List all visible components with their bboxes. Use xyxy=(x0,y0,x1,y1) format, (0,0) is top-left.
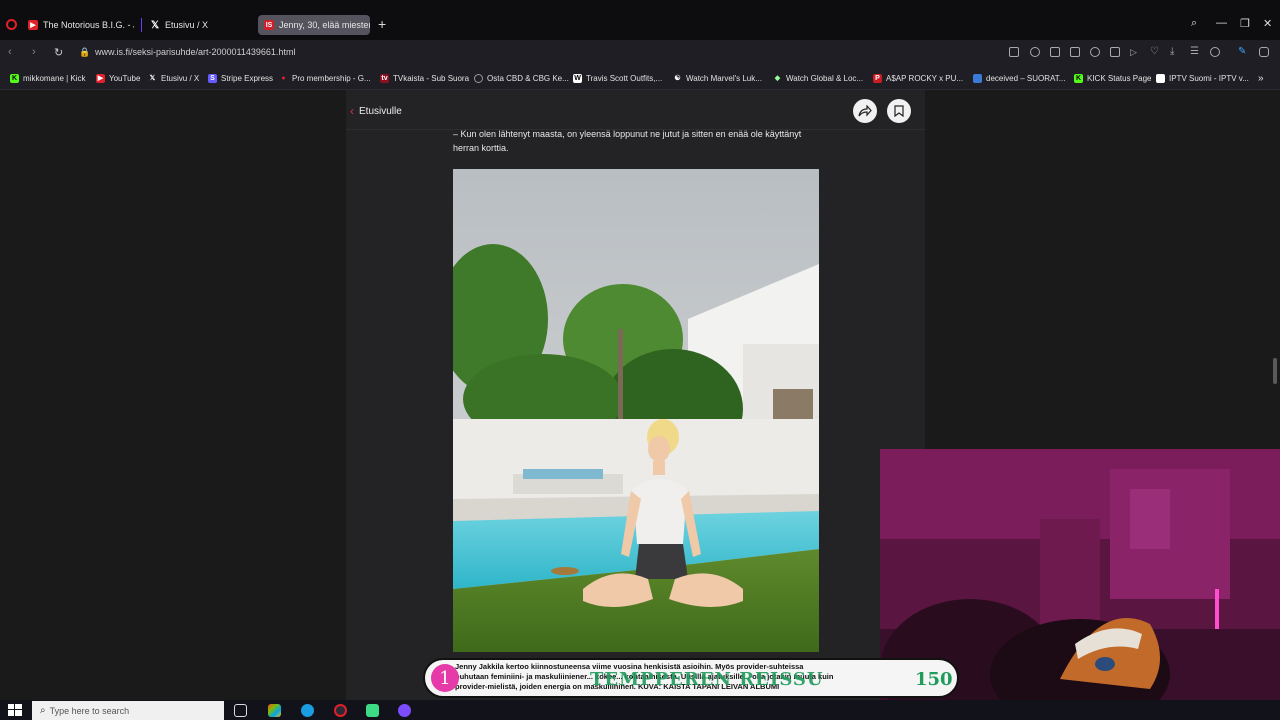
play-icon[interactable]: ▷ xyxy=(1130,47,1140,57)
x-icon: 𝕏 xyxy=(149,75,156,82)
app-green-icon[interactable] xyxy=(366,704,379,717)
search-tabs-icon[interactable]: ⌕ xyxy=(1191,17,1197,30)
puma-icon: P xyxy=(873,73,882,83)
article-photo xyxy=(453,169,819,652)
scrollbar-thumb[interactable] xyxy=(1273,358,1277,384)
bookmark-item[interactable]: ● Pro membership - G... xyxy=(279,72,370,84)
url-field[interactable]: www.is.fi/seksi-parisuhde/art-2000011439… xyxy=(95,47,295,57)
bookmark-item[interactable]: P A$AP ROCKY x PU... xyxy=(873,72,963,84)
heart-icon[interactable]: ♡ xyxy=(1150,47,1160,57)
image-icon xyxy=(973,73,982,83)
bookmark-icon xyxy=(894,105,904,117)
account-icon[interactable] xyxy=(1210,47,1220,57)
sidebar-icon[interactable] xyxy=(1009,47,1019,57)
bookmark-item[interactable]: ◆ Watch Global & Loc... xyxy=(773,72,863,84)
overlay-title: TEMPPEREN REISSU xyxy=(590,669,824,690)
is-icon: IS xyxy=(264,20,274,30)
address-bar: ‹ › ↻ 🔒 www.is.fi/seksi-parisuhde/art-20… xyxy=(0,40,1280,66)
bookmark-item[interactable]: IPTV Suomi - IPTV v... xyxy=(1156,72,1249,84)
overlay-number-badge: 1 xyxy=(431,664,459,692)
tab-active-article[interactable]: IS Jenny, 30, elää miesten ra xyxy=(258,15,370,35)
search-icon: ⌕ xyxy=(40,705,46,716)
bookmark-item[interactable]: Osta CBD & CBG Ke... xyxy=(474,72,569,84)
minimize-button[interactable]: — xyxy=(1216,17,1227,29)
x-icon: 𝕏 xyxy=(150,19,160,31)
store-icon[interactable] xyxy=(268,704,281,717)
share-icon xyxy=(858,105,872,117)
youtube-icon: ▶ xyxy=(96,73,105,83)
bookmark-item[interactable]: S Stripe Express xyxy=(208,72,273,84)
task-view-icon[interactable] xyxy=(234,704,247,717)
globe-icon xyxy=(474,73,483,83)
kick-icon: K xyxy=(1074,73,1083,83)
forward-icon[interactable]: › xyxy=(32,46,36,58)
tab-strip: ▶ The Notorious B.I.G. - Juic 𝕏 Etusivu … xyxy=(0,0,1280,40)
opera-icon[interactable] xyxy=(334,704,347,717)
search-placeholder: Type here to search xyxy=(49,705,130,716)
taskbar-search-input[interactable]: ⌕ Type here to search xyxy=(32,701,224,720)
new-tab-button[interactable]: + xyxy=(378,16,386,32)
youtube-icon: ▶ xyxy=(28,20,38,30)
menu-icon[interactable]: ☰ xyxy=(1190,47,1200,57)
bookmark-item[interactable]: ▶ YouTube xyxy=(96,72,140,84)
opera-logo-icon[interactable] xyxy=(6,19,17,30)
bookmark-button[interactable] xyxy=(887,99,911,123)
bookmarks-bar: Kmikkomane | Kick ▶ YouTube 𝕏 Etusivu / X … xyxy=(0,66,1280,90)
share-button[interactable] xyxy=(853,99,877,123)
back-to-frontpage-link[interactable]: ‹ Etusivulle xyxy=(350,104,402,118)
bookmark-item[interactable]: Kmikkomane | Kick xyxy=(10,72,86,84)
edit-icon[interactable] xyxy=(1050,47,1060,57)
back-icon[interactable]: ‹ xyxy=(8,46,12,58)
pin-icon: ● xyxy=(281,74,286,82)
gamepad-icon: ◆ xyxy=(774,75,781,82)
chevron-left-icon: ‹ xyxy=(350,104,354,118)
translate-icon[interactable]: ✎ xyxy=(1238,47,1248,57)
stream-overlay-bar: Jenny Jakkila kertoo kiinnostuneensa vii… xyxy=(423,658,959,698)
lock-icon: 🔒 xyxy=(79,47,91,57)
search-icon[interactable] xyxy=(1030,47,1040,57)
kick-icon: K xyxy=(10,73,19,83)
edge-icon[interactable] xyxy=(301,704,314,717)
more-bookmarks-icon[interactable]: » xyxy=(1258,72,1264,84)
camera-icon[interactable] xyxy=(1070,47,1080,57)
download-icon[interactable]: ⤓ xyxy=(1170,47,1180,57)
windows-start-icon[interactable] xyxy=(8,704,22,716)
bookmark-item[interactable]: K KICK Status Page xyxy=(1074,72,1151,84)
overlay-counter: 150 xyxy=(915,669,953,690)
tab-label: Etusivu / X xyxy=(165,20,209,30)
stripe-icon: S xyxy=(208,73,217,83)
app-purple-icon[interactable] xyxy=(398,704,411,717)
grid-icon xyxy=(1156,73,1165,83)
reload-icon[interactable]: ↻ xyxy=(54,46,63,59)
shield-icon[interactable] xyxy=(1090,47,1100,57)
tab-label: The Notorious B.I.G. - Juic xyxy=(43,20,134,30)
close-button[interactable]: ✕ xyxy=(1263,17,1272,30)
bookmark-item[interactable]: deceived – SUORAT... xyxy=(973,72,1065,84)
extension-icon[interactable] xyxy=(1110,47,1120,57)
tab-label: Jenny, 30, elää miesten ra xyxy=(279,20,370,30)
maximize-button[interactable]: ❐ xyxy=(1240,17,1250,30)
article-header: ‹ Etusivulle xyxy=(346,90,925,130)
bookmark-item[interactable]: W Travis Scott Outfits,... xyxy=(573,72,662,84)
tv-icon: tv xyxy=(380,73,389,83)
bookmark-item[interactable]: ☯ Watch Marvel's Luk... xyxy=(673,72,762,84)
tab-x[interactable]: 𝕏 Etusivu / X xyxy=(144,15,254,35)
bookmark-item[interactable]: tv TVkaista - Sub Suora xyxy=(380,72,469,84)
tab-youtube[interactable]: ▶ The Notorious B.I.G. - Juic xyxy=(22,15,134,35)
taskbar: ⌕ Type here to search xyxy=(0,700,1280,720)
bookmark-item[interactable]: 𝕏 Etusivu / X xyxy=(148,72,200,84)
swirl-icon: ☯ xyxy=(674,75,681,82)
w-icon: W xyxy=(573,73,582,83)
settings-icon[interactable] xyxy=(1259,47,1269,57)
back-label: Etusivulle xyxy=(359,105,402,117)
article-quote: – Kun olen lähtenyt maasta, on yleensä l… xyxy=(453,129,802,153)
